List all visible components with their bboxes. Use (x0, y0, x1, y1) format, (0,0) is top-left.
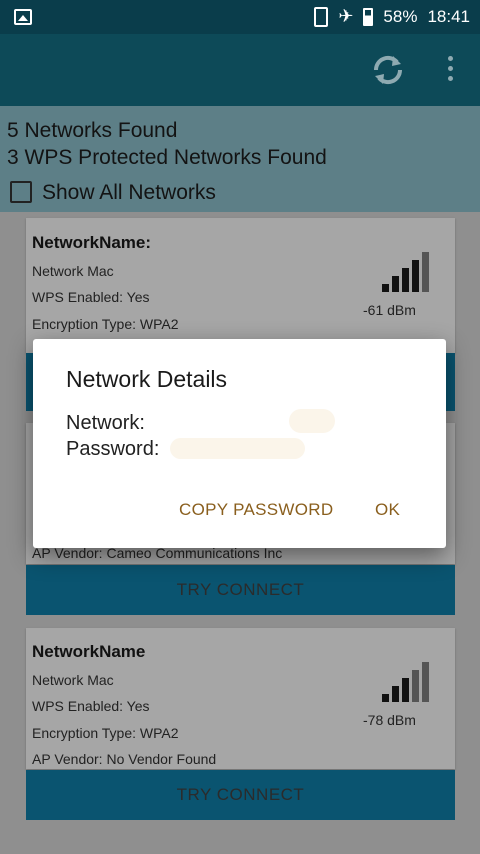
copy-password-button[interactable]: COPY PASSWORD (179, 500, 333, 520)
more-options-icon[interactable] (446, 56, 454, 84)
network-card[interactable]: NetworkName: Network Mac WPS Enabled: Ye… (26, 218, 455, 353)
networks-found-text: 5 Networks Found (7, 119, 178, 142)
encryption-type: Encryption Type: WPA2 (32, 725, 179, 741)
gallery-notification-icon (14, 9, 32, 25)
ok-button[interactable]: OK (375, 500, 400, 520)
network-mac: Network Mac (32, 672, 114, 688)
signal-strength-icon (382, 248, 430, 292)
battery-icon (363, 7, 374, 26)
network-details-dialog: Network Details Network: Password: COPY … (33, 339, 446, 548)
refresh-icon[interactable] (370, 52, 406, 88)
network-mac: Network Mac (32, 263, 114, 279)
status-bar: ✈ 58% 18:41 (0, 0, 480, 34)
signal-dbm: -61 dBm (363, 302, 416, 318)
network-name: NetworkName (32, 642, 146, 661)
battery-percentage: 58% (383, 6, 418, 26)
show-all-networks-checkbox[interactable] (10, 181, 32, 203)
wps-networks-found-text: 3 WPS Protected Networks Found (7, 146, 327, 169)
signal-dbm: -78 dBm (363, 712, 416, 728)
clock: 18:41 (427, 6, 470, 26)
network-label: Network: (66, 412, 145, 434)
try-connect-button[interactable]: TRY CONNECT (26, 565, 455, 615)
scan-summary: 5 Networks Found 3 WPS Protected Network… (0, 106, 480, 212)
signal-strength-icon (382, 658, 430, 702)
network-card[interactable]: NetworkName Network Mac WPS Enabled: Yes… (26, 628, 455, 769)
network-value-redacted (289, 409, 335, 433)
vibrate-icon (314, 6, 329, 27)
wps-enabled: WPS Enabled: Yes (32, 289, 150, 305)
show-all-networks-label[interactable]: Show All Networks (42, 181, 216, 205)
airplane-mode-icon: ✈ (338, 6, 354, 26)
password-label: Password: (66, 438, 160, 460)
password-value-redacted (170, 438, 305, 459)
dialog-title: Network Details (66, 366, 228, 392)
ap-vendor: AP Vendor: No Vendor Found (32, 751, 217, 767)
try-connect-button[interactable]: TRY CONNECT (26, 770, 455, 820)
network-name: NetworkName: (32, 233, 152, 252)
app-bar (0, 34, 480, 106)
wps-enabled: WPS Enabled: Yes (32, 698, 150, 714)
encryption-type: Encryption Type: WPA2 (32, 316, 179, 332)
